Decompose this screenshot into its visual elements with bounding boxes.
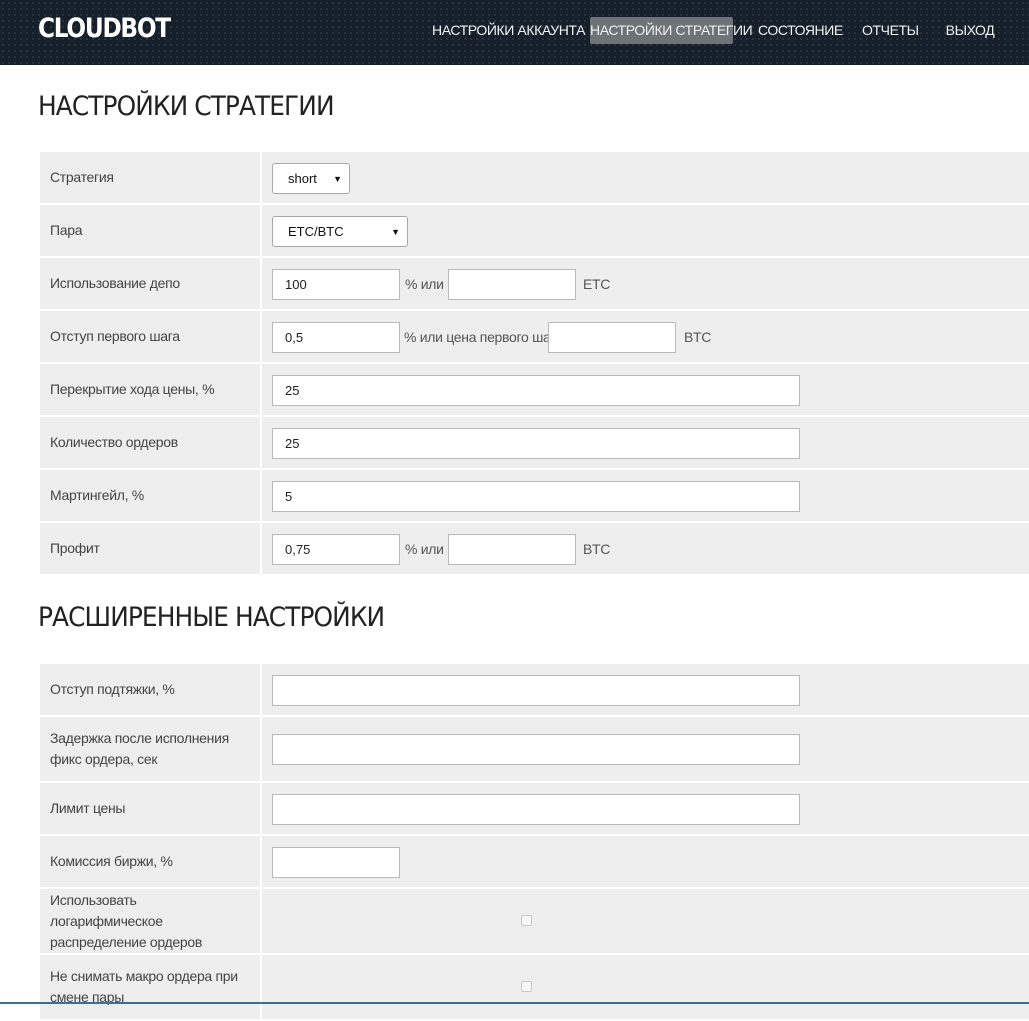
row-pullback: Отступ подтяжки, % (40, 664, 1029, 717)
deposit-label: Использование депо (50, 275, 180, 291)
chevron-down-icon: ▼ (333, 173, 342, 184)
first-step-percent-input[interactable] (272, 322, 400, 353)
strategy-label: Стратегия (50, 169, 114, 185)
delay-label: Задержка после исполнения фикс ордера, с… (50, 730, 229, 767)
nav-logout[interactable]: ВЫХОД (945, 17, 995, 44)
main-nav: НАСТРОЙКИ АККАУНТА НАСТРОЙКИ СТРАТЕГИИ С… (0, 17, 1029, 44)
row-commission: Комиссия биржи, % (40, 836, 1029, 889)
overlap-label: Перекрытие хода цены, % (50, 381, 215, 397)
first-step-price-input[interactable] (548, 322, 676, 353)
log-distribution-label: Использовать логарифмическое распределен… (50, 891, 203, 950)
strategy-settings-title: НАСТРОЙКИ СТРАТЕГИИ (38, 91, 335, 122)
profit-percent-input[interactable] (272, 534, 400, 565)
pullback-label: Отступ подтяжки, % (50, 681, 175, 697)
delay-input[interactable] (272, 734, 800, 765)
deposit-unit-label: % или (405, 276, 444, 292)
strategy-settings-form: Стратегия short ▼ Пара ETC/BTC ▼ Использ… (40, 152, 1029, 576)
profit-label: Профит (50, 540, 100, 556)
advanced-settings-title: РАСШИРЕННЫЕ НАСТРОЙКИ (38, 602, 385, 633)
row-log-distribution: Использовать логарифмическое распределен… (40, 889, 1029, 955)
martingale-label: Мартингейл, % (50, 487, 144, 503)
chevron-down-icon: ▼ (391, 226, 400, 237)
nav-account-settings[interactable]: НАСТРОЙКИ АККАУНТА (432, 17, 585, 44)
row-deposit: Использование депо % или ETC (40, 258, 1029, 311)
orders-label: Количество ордеров (50, 434, 178, 450)
pair-select-value: ETC/BTC (288, 224, 344, 239)
advanced-settings-form: Отступ подтяжки, % Задержка после исполн… (40, 664, 1029, 1021)
row-orders-count: Количество ордеров (40, 417, 1029, 470)
strategy-select-value: short (288, 171, 317, 186)
nav-status[interactable]: СОСТОЯНИЕ (758, 17, 843, 44)
commission-label: Комиссия биржи, % (50, 853, 173, 869)
log-distribution-checkbox[interactable] (521, 915, 532, 926)
price-limit-input[interactable] (272, 794, 800, 825)
martingale-input[interactable] (272, 481, 800, 512)
commission-input[interactable] (272, 847, 400, 878)
deposit-currency-label: ETC (583, 276, 611, 292)
row-delay: Задержка после исполнения фикс ордера, с… (40, 717, 1029, 783)
nav-reports[interactable]: ОТЧЕТЫ (862, 17, 919, 44)
deposit-percent-input[interactable] (272, 269, 400, 300)
first-step-unit-label: % или цена первого шага (404, 329, 563, 345)
deposit-amount-input[interactable] (448, 269, 576, 300)
pair-select[interactable]: ETC/BTC ▼ (272, 216, 408, 247)
profit-currency-label: BTC (583, 541, 611, 557)
strategy-select[interactable]: short ▼ (272, 163, 350, 194)
pullback-input[interactable] (272, 675, 800, 706)
pair-label: Пара (50, 222, 83, 238)
overlap-input[interactable] (272, 375, 800, 406)
orders-count-input[interactable] (272, 428, 800, 459)
top-navigation-bar: CLOUDBOT НАСТРОЙКИ АККАУНТА НАСТРОЙКИ СТ… (0, 0, 1029, 65)
profit-unit-label: % или (405, 541, 444, 557)
row-martingale: Мартингейл, % (40, 470, 1029, 523)
row-keep-macro-orders: Не снимать макро ордера при смене пары (40, 955, 1029, 1021)
first-step-label: Отступ первого шага (50, 328, 180, 344)
price-limit-label: Лимит цены (50, 800, 126, 816)
row-strategy: Стратегия short ▼ (40, 152, 1029, 205)
row-first-step: Отступ первого шага % или цена первого ш… (40, 311, 1029, 364)
nav-strategy-settings[interactable]: НАСТРОЙКИ СТРАТЕГИИ (590, 17, 753, 44)
row-profit: Профит % или BTC (40, 523, 1029, 576)
keep-macro-checkbox[interactable] (521, 981, 532, 992)
row-price-overlap: Перекрытие хода цены, % (40, 364, 1029, 417)
profit-amount-input[interactable] (448, 534, 576, 565)
row-pair: Пара ETC/BTC ▼ (40, 205, 1029, 258)
first-step-currency-label: BTC (684, 329, 712, 345)
row-price-limit: Лимит цены (40, 783, 1029, 836)
